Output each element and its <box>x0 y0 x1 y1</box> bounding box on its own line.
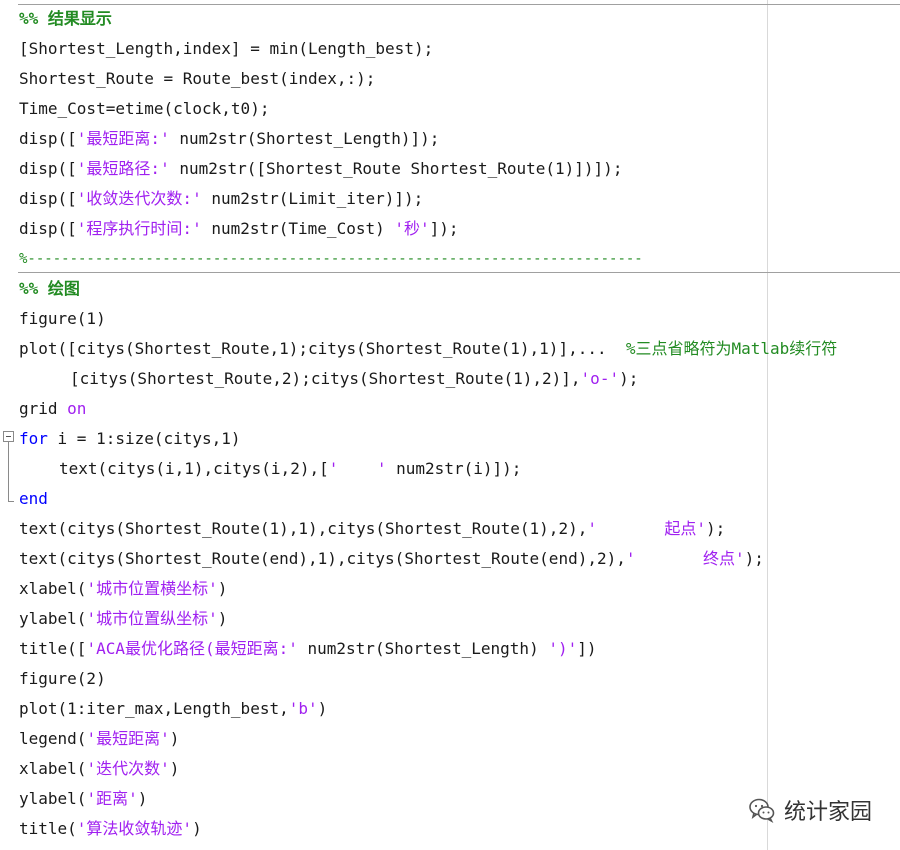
string-literal: ')' <box>548 639 578 658</box>
code-text: ]) <box>577 639 597 658</box>
code-text: [citys(Shortest_Route,2);citys(Shortest_… <box>70 369 581 388</box>
code-line: Shortest_Route = Route_best(index,:); <box>19 69 376 88</box>
keyword-on: on <box>67 399 87 418</box>
code-text: text(citys(Shortest_Route(end),1),citys(… <box>19 549 626 568</box>
string-literal: ' 终点' <box>625 549 745 568</box>
code-text: grid <box>19 399 68 418</box>
separator-comment: %---------------------------------------… <box>19 251 643 267</box>
code-line: [Shortest_Length,index] = min(Length_bes… <box>19 39 434 58</box>
string-literal: '城市位置纵坐标' <box>86 609 218 628</box>
code-line: title(['ACA最优化路径(最短距离:' num2str(Shortest… <box>19 634 597 664</box>
code-line: for i = 1:size(citys,1) <box>19 424 241 454</box>
code-text: xlabel( <box>19 759 87 778</box>
string-literal: 'o-' <box>580 369 620 388</box>
code-text: num2str(Time_Cost) <box>201 219 395 238</box>
code-line: disp(['最短路径:' num2str([Shortest_Route Sh… <box>19 154 622 184</box>
code-text: num2str(Limit_iter)]); <box>201 189 424 208</box>
string-literal: ' 起点' <box>587 519 707 538</box>
code-text: legend( <box>19 729 87 748</box>
string-literal: '最短距离:' <box>76 129 170 148</box>
code-line: ylabel('城市位置纵坐标') <box>19 604 227 634</box>
fold-guide-end <box>8 501 14 502</box>
code-line: disp(['最短距离:' num2str(Shortest_Length)])… <box>19 124 439 154</box>
code-text: plot([citys(Shortest_Route,1);citys(Shor… <box>19 339 626 358</box>
cell-divider-top <box>18 4 900 5</box>
cell-header-plot: %% 绘图 <box>19 279 80 298</box>
string-literal: '算法收敛轨迹' <box>76 819 193 838</box>
code-text: ); <box>744 549 764 568</box>
code-line: title('算法收敛轨迹') <box>19 814 202 844</box>
code-text: plot(1:iter_max,Length_best, <box>19 699 289 718</box>
string-literal: 'b' <box>288 699 318 718</box>
code-text: ); <box>706 519 726 538</box>
string-literal: 'ACA最优化路径(最短距离:' <box>86 639 298 658</box>
watermark-text: 统计家园 <box>784 800 873 825</box>
code-line: legend('最短距离') <box>19 724 179 754</box>
code-text: title( <box>19 819 77 838</box>
code-line: xlabel('城市位置横坐标') <box>19 574 227 604</box>
code-text: ) <box>192 819 202 838</box>
code-text: ]); <box>429 219 459 238</box>
code-line: ylabel('距离') <box>19 784 147 814</box>
string-literal: ' ' <box>328 459 387 478</box>
code-text: i = 1:size(citys,1) <box>47 429 241 448</box>
code-text: disp([ <box>19 129 77 148</box>
code-text: xlabel( <box>19 579 87 598</box>
code-text: num2str(Shortest_Length) <box>297 639 549 658</box>
code-text: disp([ <box>19 219 77 238</box>
code-line: plot(1:iter_max,Length_best,'b') <box>19 694 327 724</box>
code-text: ); <box>619 369 639 388</box>
code-text: disp([ <box>19 159 77 178</box>
code-text: num2str(Shortest_Length)]); <box>169 129 440 148</box>
code-line: [citys(Shortest_Route,2);citys(Shortest_… <box>70 364 638 394</box>
string-literal: '收敛迭代次数:' <box>76 189 202 208</box>
code-line: text(citys(i,1),citys(i,2),[' ' num2str(… <box>59 454 521 484</box>
watermark: 统计家园 <box>748 793 872 827</box>
code-text: ) <box>217 609 228 628</box>
code-line: text(citys(Shortest_Route(1),1),citys(Sh… <box>19 514 725 544</box>
code-text: text(citys(i,1),citys(i,2),[ <box>59 459 329 478</box>
right-margin-guide <box>767 0 768 850</box>
fold-guide <box>8 442 9 502</box>
code-text: ylabel( <box>19 609 87 628</box>
code-line: grid on <box>19 394 86 424</box>
code-line: disp(['程序执行时间:' num2str(Time_Cost) '秒'])… <box>19 214 459 244</box>
code-text: ) <box>169 729 180 748</box>
string-literal: '城市位置横坐标' <box>86 579 218 598</box>
code-line: plot([citys(Shortest_Route,1);citys(Shor… <box>19 334 837 364</box>
code-text: disp([ <box>19 189 77 208</box>
code-text: ) <box>169 759 180 778</box>
code-line: figure(1) <box>19 309 106 328</box>
code-line: figure(2) <box>19 669 106 688</box>
string-literal: '迭代次数' <box>86 759 170 778</box>
code-text: ) <box>137 789 148 808</box>
string-literal: '秒' <box>394 219 430 238</box>
code-text: ) <box>217 579 228 598</box>
code-line: disp(['收敛迭代次数:' num2str(Limit_iter)]); <box>19 184 423 214</box>
wechat-icon <box>749 798 775 824</box>
code-text: num2str(i)]); <box>386 459 522 478</box>
code-editor[interactable]: %% 结果显示 [Shortest_Length,index] = min(Le… <box>0 0 900 850</box>
keyword-end: end <box>19 489 48 508</box>
inline-comment: %三点省略符为Matlab续行符 <box>625 339 838 358</box>
code-text: num2str([Shortest_Route Shortest_Route(1… <box>169 159 623 178</box>
code-text: ylabel( <box>19 789 87 808</box>
code-line: Time_Cost=etime(clock,t0); <box>19 99 270 118</box>
fold-toggle-icon[interactable] <box>3 431 14 442</box>
string-literal: '程序执行时间:' <box>76 219 202 238</box>
string-literal: '最短距离' <box>86 729 170 748</box>
code-text: title([ <box>19 639 87 658</box>
string-literal: '最短路径:' <box>76 159 170 178</box>
string-literal: '距离' <box>86 789 138 808</box>
code-text: text(citys(Shortest_Route(1),1),citys(Sh… <box>19 519 588 538</box>
code-line: xlabel('迭代次数') <box>19 754 179 784</box>
code-text: ) <box>317 699 328 718</box>
code-line: text(citys(Shortest_Route(end),1),citys(… <box>19 544 764 574</box>
keyword-for: for <box>19 429 48 448</box>
cell-header-results: %% 结果显示 <box>19 9 112 28</box>
